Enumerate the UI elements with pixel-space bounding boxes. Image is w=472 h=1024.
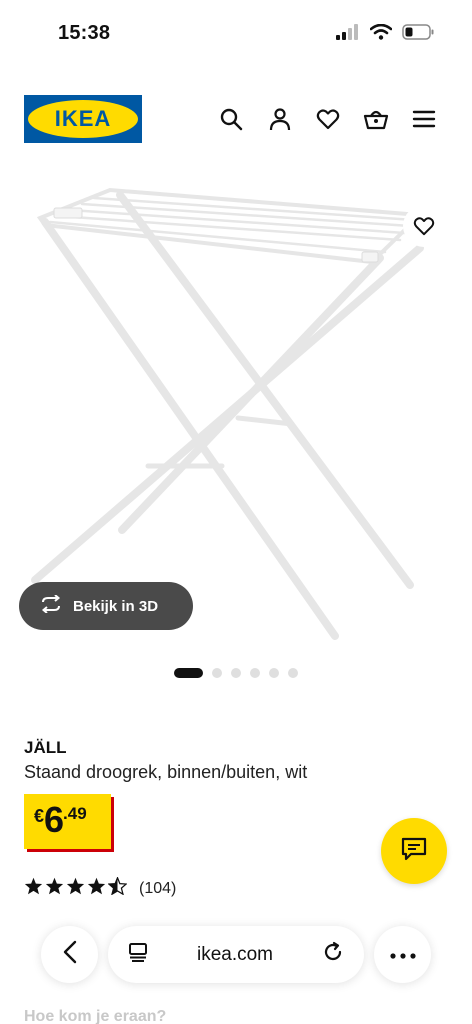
view-3d-label: Bekijk in 3D [73, 597, 159, 615]
ellipsis-icon [389, 946, 416, 964]
carousel-dot-active[interactable] [174, 668, 203, 678]
status-icons [336, 23, 434, 45]
view-3d-button[interactable]: Bekijk in 3D [19, 582, 193, 630]
basket-icon[interactable] [363, 106, 389, 132]
carousel-dot[interactable] [231, 668, 241, 678]
site-header: IKEA [0, 90, 472, 148]
price-currency: € [34, 806, 45, 826]
product-description: Staand droogrek, binnen/buiten, wit [24, 762, 308, 782]
battery-icon [402, 24, 434, 45]
signal-icon [336, 24, 360, 45]
rating-count: (104) [139, 879, 177, 897]
more-options-button[interactable] [374, 926, 431, 983]
price-tag: € 6 .49 [24, 794, 111, 849]
browser-back-button[interactable] [41, 926, 98, 983]
price-integer: 6 [44, 799, 64, 840]
wifi-icon [369, 23, 393, 45]
search-icon[interactable] [218, 106, 244, 132]
star-icon [87, 877, 106, 900]
favorite-heart-button[interactable] [403, 205, 445, 247]
page: 15:38 IKEA Bekijk in 3D JÄLL Staand droo… [0, 0, 472, 1024]
star-icon [45, 877, 64, 900]
status-time: 15:38 [58, 22, 111, 44]
carousel-dot[interactable] [250, 668, 260, 678]
ikea-logo[interactable]: IKEA [24, 95, 142, 143]
star-icon [24, 877, 43, 900]
carousel-dot[interactable] [269, 668, 279, 678]
logo-oval: IKEA [28, 100, 138, 138]
wishlist-heart-icon[interactable] [315, 106, 341, 132]
delivery-heading: Hoe kom je eraan? [24, 1008, 167, 1024]
rotate-3d-icon [39, 594, 63, 617]
chat-icon [401, 837, 427, 866]
carousel-dot[interactable] [212, 668, 222, 678]
browser-toolbar: ikea.com [0, 920, 472, 990]
half-star-icon [107, 876, 128, 900]
url-text[interactable]: ikea.com [197, 944, 273, 966]
page-settings-icon[interactable] [128, 942, 148, 967]
reload-icon[interactable] [322, 941, 344, 968]
account-icon[interactable] [267, 106, 293, 132]
carousel-dots [174, 668, 298, 678]
menu-icon[interactable] [411, 106, 437, 132]
chat-button[interactable] [381, 818, 447, 884]
price-decimal: .49 [63, 804, 87, 823]
product-name: JÄLL [24, 738, 67, 757]
status-bar: 15:38 [0, 0, 472, 70]
chevron-left-icon [63, 940, 77, 969]
carousel-dot[interactable] [288, 668, 298, 678]
star-icon [66, 877, 85, 900]
logo-text: IKEA [54, 106, 112, 131]
product-rating[interactable]: (104) [24, 876, 177, 900]
address-bar[interactable]: ikea.com [108, 926, 364, 983]
